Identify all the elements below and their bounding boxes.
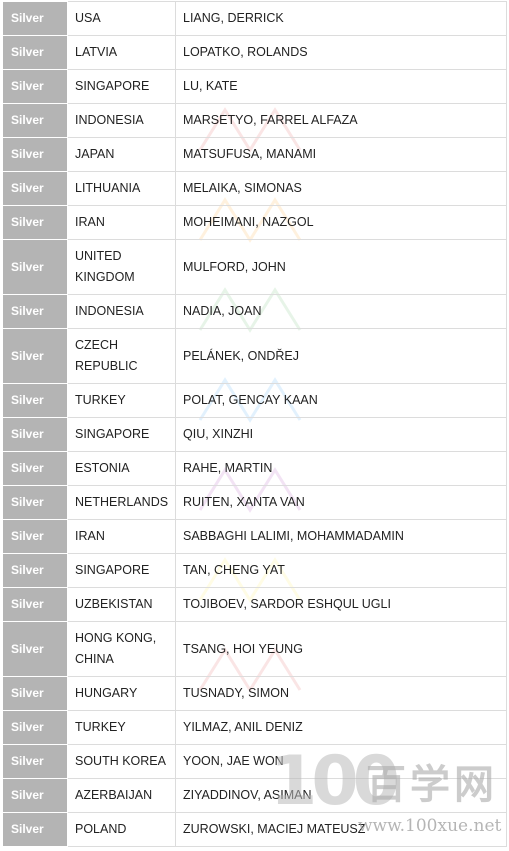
country-cell: ESTONIA [67, 451, 176, 486]
name-cell: RUITEN, XANTA VAN [175, 485, 507, 520]
medal-cell: Silver [2, 621, 68, 677]
name-cell: QIU, XINZHI [175, 417, 507, 452]
medal-cell: Silver [2, 744, 68, 779]
country-cell: LITHUANIA [67, 171, 176, 206]
country-cell: SINGAPORE [67, 553, 176, 588]
medal-cell: Silver [2, 812, 68, 847]
name-cell: TUSNADY, SIMON [175, 676, 507, 711]
name-cell: SABBAGHI LALIMI, MOHAMMADAMIN [175, 519, 507, 554]
table-row: Silver IRAN MOHEIMANI, NAZGOL [2, 205, 507, 240]
country-cell: HUNGARY [67, 676, 176, 711]
table-row: Silver LATVIA LOPATKO, ROLANDS [2, 35, 507, 70]
medal-cell: Silver [2, 710, 68, 745]
country-cell: POLAND [67, 812, 176, 847]
country-cell: NETHERLANDS [67, 485, 176, 520]
name-cell: MATSUFUSA, MANAMI [175, 137, 507, 172]
table-row: Silver SINGAPORE QIU, XINZHI [2, 417, 507, 452]
medal-cell: Silver [2, 69, 68, 104]
table-row: Silver TURKEY YILMAZ, ANIL DENIZ [2, 710, 507, 745]
medal-cell: Silver [2, 519, 68, 554]
medal-cell: Silver [2, 137, 68, 172]
table-row: Silver HONG KONG, CHINA TSANG, HOI YEUNG [2, 621, 507, 677]
results-table: Silver USA LIANG, DERRICK Silver LATVIA LOPAT… [2, 1, 507, 847]
country-cell: IRAN [67, 519, 176, 554]
table-row: Silver TURKEY POLAT, GENCAY KAAN [2, 383, 507, 418]
country-cell: INDONESIA [67, 103, 176, 138]
table-row: Silver ESTONIA RAHE, MARTIN [2, 451, 507, 486]
medal-cell: Silver [2, 171, 68, 206]
table-row: Silver AZERBAIJAN ZIYADDINOV, ASIMAN [2, 778, 507, 813]
results-table-body: Silver USA LIANG, DERRICK Silver LATVIA LOPAT… [2, 1, 507, 847]
medal-cell: Silver [2, 239, 68, 295]
medal-cell: Silver [2, 778, 68, 813]
table-row: Silver POLAND ZUROWSKI, MACIEJ MATEUSZ [2, 812, 507, 847]
name-cell: YILMAZ, ANIL DENIZ [175, 710, 507, 745]
country-cell: TURKEY [67, 710, 176, 745]
table-row: Silver SOUTH KOREA YOON, JAE WON [2, 744, 507, 779]
table-row: Silver JAPAN MATSUFUSA, MANAMI [2, 137, 507, 172]
table-row: Silver IRAN SABBAGHI LALIMI, MOHAMMADAMIN [2, 519, 507, 554]
medal-cell: Silver [2, 103, 68, 138]
name-cell: MULFORD, JOHN [175, 239, 507, 295]
name-cell: ZIYADDINOV, ASIMAN [175, 778, 507, 813]
country-cell: SINGAPORE [67, 417, 176, 452]
table-row: Silver USA LIANG, DERRICK [2, 1, 507, 36]
name-cell: LU, KATE [175, 69, 507, 104]
medal-cell: Silver [2, 328, 68, 384]
country-cell: SOUTH KOREA [67, 744, 176, 779]
table-row: Silver SINGAPORE LU, KATE [2, 69, 507, 104]
medal-cell: Silver [2, 553, 68, 588]
country-cell: USA [67, 1, 176, 36]
country-cell: SINGAPORE [67, 69, 176, 104]
country-cell: LATVIA [67, 35, 176, 70]
table-row: Silver HUNGARY TUSNADY, SIMON [2, 676, 507, 711]
table-row: Silver NETHERLANDS RUITEN, XANTA VAN [2, 485, 507, 520]
table-row: Silver INDONESIA NADIA, JOAN [2, 294, 507, 329]
name-cell: YOON, JAE WON [175, 744, 507, 779]
country-cell: JAPAN [67, 137, 176, 172]
country-cell: IRAN [67, 205, 176, 240]
country-cell: UNITED KINGDOM [67, 239, 176, 295]
table-row: Silver UZBEKISTAN TOJIBOEV, SARDOR ESHQUL … [2, 587, 507, 622]
table-row: Silver INDONESIA MARSETYO, FARREL ALFAZA [2, 103, 507, 138]
medal-cell: Silver [2, 485, 68, 520]
name-cell: MOHEIMANI, NAZGOL [175, 205, 507, 240]
name-cell: TSANG, HOI YEUNG [175, 621, 507, 677]
name-cell: MELAIKA, SIMONAS [175, 171, 507, 206]
name-cell: TAN, CHENG YAT [175, 553, 507, 588]
country-cell: TURKEY [67, 383, 176, 418]
name-cell: LOPATKO, ROLANDS [175, 35, 507, 70]
name-cell: LIANG, DERRICK [175, 1, 507, 36]
name-cell: RAHE, MARTIN [175, 451, 507, 486]
name-cell: POLAT, GENCAY KAAN [175, 383, 507, 418]
table-row: Silver UNITED KINGDOM MULFORD, JOHN [2, 239, 507, 295]
country-cell: HONG KONG, CHINA [67, 621, 176, 677]
medal-cell: Silver [2, 417, 68, 452]
name-cell: TOJIBOEV, SARDOR ESHQUL UGLI [175, 587, 507, 622]
table-row: Silver LITHUANIA MELAIKA, SIMONAS [2, 171, 507, 206]
country-cell: AZERBAIJAN [67, 778, 176, 813]
medal-cell: Silver [2, 383, 68, 418]
table-row: Silver CZECH REPUBLIC PELÁNEK, ONDŘEJ [2, 328, 507, 384]
medal-cell: Silver [2, 205, 68, 240]
name-cell: ZUROWSKI, MACIEJ MATEUSZ [175, 812, 507, 847]
country-cell: INDONESIA [67, 294, 176, 329]
name-cell: PELÁNEK, ONDŘEJ [175, 328, 507, 384]
medal-cell: Silver [2, 35, 68, 70]
name-cell: NADIA, JOAN [175, 294, 507, 329]
table-row: Silver SINGAPORE TAN, CHENG YAT [2, 553, 507, 588]
country-cell: UZBEKISTAN [67, 587, 176, 622]
medal-cell: Silver [2, 451, 68, 486]
name-cell: MARSETYO, FARREL ALFAZA [175, 103, 507, 138]
country-cell: CZECH REPUBLIC [67, 328, 176, 384]
medal-cell: Silver [2, 587, 68, 622]
medal-cell: Silver [2, 294, 68, 329]
medal-cell: Silver [2, 676, 68, 711]
medal-cell: Silver [2, 1, 68, 36]
